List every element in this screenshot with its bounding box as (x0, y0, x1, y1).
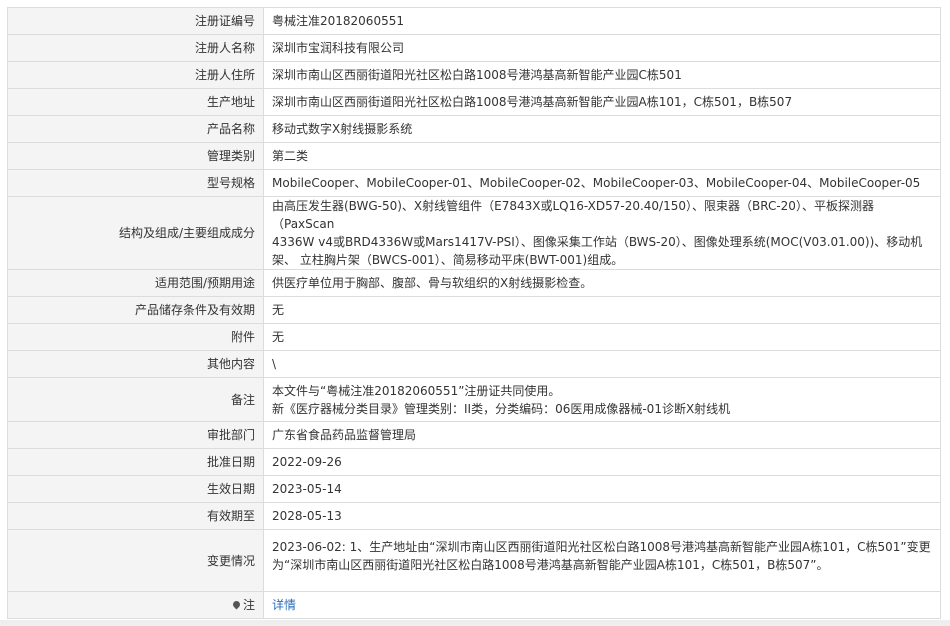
value-management-class: 第二类 (263, 142, 941, 170)
label-valid-until: 有效期至 (7, 502, 264, 530)
value-registrant-name: 深圳市宝润科技有限公司 (263, 34, 941, 62)
label-product-name: 产品名称 (7, 115, 264, 143)
value-product-name: 移动式数字X射线摄影系统 (263, 115, 941, 143)
label-registrant-name: 注册人名称 (7, 34, 264, 62)
pin-icon (231, 599, 242, 610)
value-structure: 由高压发生器(BWG-50)、X射线管组件（E7843X或LQ16-XD57-2… (263, 196, 941, 270)
row-structure: 结构及组成/主要组成成分 由高压发生器(BWG-50)、X射线管组件（E7843… (7, 196, 941, 270)
row-production-address: 生产地址 深圳市南山区西丽街道阳光社区松白路1008号港鸿基高新智能产业园A栋1… (7, 88, 941, 116)
row-attachment: 附件 无 (7, 323, 941, 351)
row-registrant-address: 注册人住所 深圳市南山区西丽街道阳光社区松白路1008号港鸿基高新智能产业园C栋… (7, 61, 941, 89)
value-valid-until: 2028-05-13 (263, 502, 941, 530)
row-other: 其他内容 \ (7, 350, 941, 378)
row-valid-until: 有效期至 2028-05-13 (7, 502, 941, 530)
label-changes: 变更情况 (7, 529, 264, 592)
row-intended-use: 适用范围/预期用途 供医疗单位用于胸部、腹部、骨与软组织的X射线摄影检查。 (7, 269, 941, 297)
label-reg-number: 注册证编号 (7, 7, 264, 35)
value-approval-dept: 广东省食品药品监督管理局 (263, 421, 941, 449)
structure-line: 4336W v4或BRD4336W或Mars1417V-PSI）、图像采集工作站… (272, 235, 923, 249)
row-remarks: 备注 本文件与“粤械注准20182060551”注册证共同使用。 新《医疗器械分… (7, 377, 941, 422)
value-storage: 无 (263, 296, 941, 324)
value-intended-use: 供医疗单位用于胸部、腹部、骨与软组织的X射线摄影检查。 (263, 269, 941, 297)
value-model-spec: MobileCooper、MobileCooper-01、MobileCoope… (263, 169, 941, 197)
row-registrant-name: 注册人名称 深圳市宝润科技有限公司 (7, 34, 941, 62)
row-approval-dept: 审批部门 广东省食品药品监督管理局 (7, 421, 941, 449)
label-intended-use: 适用范围/预期用途 (7, 269, 264, 297)
row-reg-number: 注册证编号 粤械注准20182060551 (7, 7, 941, 35)
changes-line: 2023-06-02: 1、生产地址由“深圳市南山区西丽街道阳光社区松白路100… (272, 540, 931, 554)
row-approval-date: 批准日期 2022-09-26 (7, 448, 941, 476)
value-note: 详情 (263, 591, 941, 619)
bottom-divider (0, 620, 950, 626)
row-note: 注 详情 (7, 591, 941, 619)
remarks-line: 本文件与“粤械注准20182060551”注册证共同使用。 (272, 383, 561, 398)
label-remarks: 备注 (7, 377, 264, 422)
value-registrant-address: 深圳市南山区西丽街道阳光社区松白路1008号港鸿基高新智能产业园C栋501 (263, 61, 941, 89)
value-effective-date: 2023-05-14 (263, 475, 941, 503)
label-storage: 产品储存条件及有效期 (7, 296, 264, 324)
row-management-class: 管理类别 第二类 (7, 142, 941, 170)
value-changes: 2023-06-02: 1、生产地址由“深圳市南山区西丽街道阳光社区松白路100… (263, 529, 941, 592)
remarks-line: 新《医疗器械分类目录》管理类别：II类，分类编码：06医用成像器械-01诊断X射… (272, 401, 731, 416)
label-approval-date: 批准日期 (7, 448, 264, 476)
value-reg-number: 粤械注准20182060551 (263, 7, 941, 35)
row-model-spec: 型号规格 MobileCooper、MobileCooper-01、Mobile… (7, 169, 941, 197)
label-structure: 结构及组成/主要组成成分 (7, 196, 264, 270)
row-changes: 变更情况 2023-06-02: 1、生产地址由“深圳市南山区西丽街道阳光社区松… (7, 529, 941, 592)
structure-line: 由高压发生器(BWG-50)、X射线管组件（E7843X或LQ16-XD57-2… (272, 199, 874, 231)
label-registrant-address: 注册人住所 (7, 61, 264, 89)
row-product-name: 产品名称 移动式数字X射线摄影系统 (7, 115, 941, 143)
label-note: 注 (7, 591, 264, 619)
label-other: 其他内容 (7, 350, 264, 378)
row-effective-date: 生效日期 2023-05-14 (7, 475, 941, 503)
label-model-spec: 型号规格 (7, 169, 264, 197)
label-production-address: 生产地址 (7, 88, 264, 116)
value-production-address: 深圳市南山区西丽街道阳光社区松白路1008号港鸿基高新智能产业园A栋101，C栋… (263, 88, 941, 116)
label-attachment: 附件 (7, 323, 264, 351)
registration-info-table: 注册证编号 粤械注准20182060551 注册人名称 深圳市宝润科技有限公司 … (7, 7, 941, 619)
value-remarks: 本文件与“粤械注准20182060551”注册证共同使用。 新《医疗器械分类目录… (263, 377, 941, 422)
value-approval-date: 2022-09-26 (263, 448, 941, 476)
value-attachment: 无 (263, 323, 941, 351)
changes-line: 为“深圳市南山区西丽街道阳光社区松白路1008号港鸿基高新智能产业园A栋101，… (272, 558, 829, 572)
label-effective-date: 生效日期 (7, 475, 264, 503)
detail-link[interactable]: 详情 (272, 598, 296, 612)
value-other: \ (263, 350, 941, 378)
structure-line: 架、 立柱胸片架（BWCS-001）、简易移动平床(BWT-001)组成。 (272, 253, 624, 267)
label-approval-dept: 审批部门 (7, 421, 264, 449)
row-storage: 产品储存条件及有效期 无 (7, 296, 941, 324)
note-label: 注 (242, 598, 255, 612)
label-management-class: 管理类别 (7, 142, 264, 170)
